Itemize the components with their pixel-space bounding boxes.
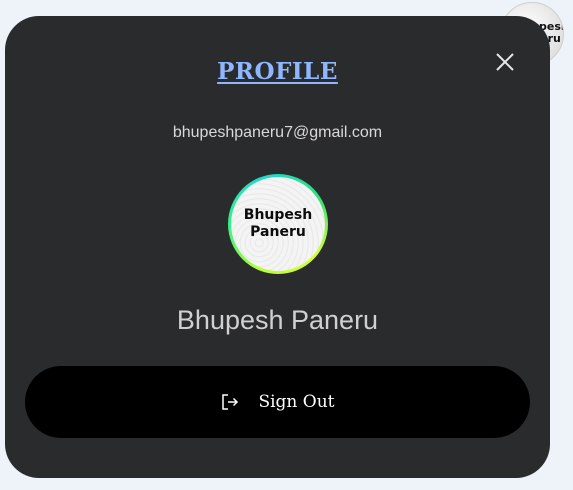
page: Bhupesh Paneru PROFILE bhupeshpaneru7@gm… — [0, 0, 573, 490]
sign-out-button[interactable]: Sign Out — [25, 366, 530, 438]
sign-out-icon — [222, 394, 239, 410]
user-email: bhupeshpaneru7@gmail.com — [172, 124, 383, 141]
user-name: Bhupesh Paneru — [176, 305, 379, 335]
profile-avatar-label: Bhupesh Paneru — [243, 207, 313, 240]
profile-title: PROFILE — [217, 58, 338, 85]
profile-avatar: Bhupesh Paneru — [231, 177, 325, 271]
sign-out-label: Sign Out — [258, 392, 335, 412]
profile-avatar-ring: Bhupesh Paneru — [228, 174, 328, 274]
profile-modal: PROFILE bhupeshpaneru7@gmail.com Bhupesh… — [5, 16, 550, 478]
